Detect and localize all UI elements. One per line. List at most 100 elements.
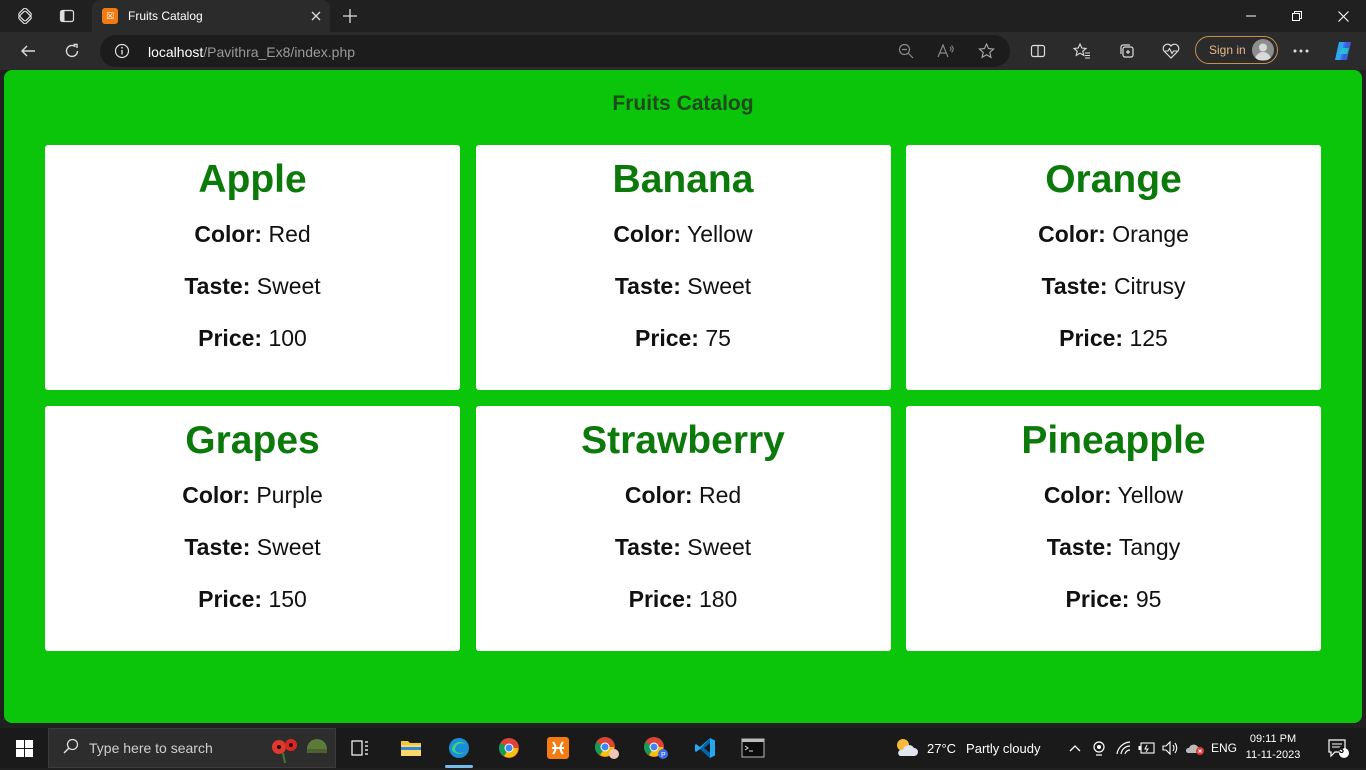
fruit-taste: Citrusy [1113, 273, 1186, 299]
price-label: Price: [198, 586, 263, 612]
sign-in-button[interactable]: Sign in [1195, 36, 1278, 64]
fruit-taste: Sweet [256, 534, 321, 560]
tab-actions-icon[interactable] [44, 0, 90, 32]
fruit-name: Strawberry [581, 419, 785, 462]
fruit-color: Purple [256, 482, 323, 508]
back-button[interactable] [12, 35, 44, 67]
taskbar-search-box[interactable]: Type here to search [48, 728, 336, 768]
fruit-taste-row: Taste: Sweet [476, 533, 891, 561]
system-clock[interactable]: 09:11 PM 11-11-2023 [1242, 731, 1304, 763]
page-viewport: Fruits Catalog Apple Color: Red Taste: S… [4, 70, 1362, 723]
browser-essentials-icon[interactable] [1155, 35, 1187, 67]
color-label: Color: [624, 482, 693, 508]
zoom-out-icon[interactable] [896, 41, 916, 61]
sign-in-label: Sign in [1209, 43, 1246, 57]
search-placeholder: Type here to search [89, 740, 213, 756]
price-label: Price: [1059, 325, 1124, 351]
start-button[interactable] [0, 728, 48, 768]
fruit-card-strawberry: Strawberry Color: Red Taste: Sweet Price… [475, 406, 891, 651]
fruit-price-row: Price: 125 [906, 324, 1321, 352]
search-icon [63, 738, 79, 759]
weather-widget[interactable]: 27°C Partly cloudy [893, 728, 1040, 768]
taste-label: Taste: [184, 273, 251, 299]
close-tab-icon[interactable] [302, 2, 330, 30]
fruit-grid: Apple Color: Red Taste: Sweet Price: 100… [45, 145, 1321, 651]
webcam-icon[interactable] [1089, 728, 1109, 768]
fruit-price: 95 [1135, 586, 1162, 612]
clock-time: 09:11 PM [1249, 733, 1297, 745]
fruit-card-apple: Apple Color: Red Taste: Sweet Price: 100 [45, 145, 460, 390]
address-bar[interactable]: localhost/Pavithra_Ex8/index.php [100, 35, 1010, 67]
edge-taskbar-icon[interactable] [437, 728, 481, 768]
chrome-taskbar-icon[interactable] [487, 728, 531, 768]
split-screen-icon[interactable] [1022, 35, 1054, 67]
notification-center-icon[interactable]: 3 [1318, 728, 1358, 768]
refresh-button[interactable] [56, 35, 88, 67]
search-highlight-icon [263, 733, 329, 770]
site-info-icon[interactable] [114, 43, 130, 59]
vscode-taskbar-icon[interactable] [683, 728, 727, 768]
price-label: Price: [635, 325, 699, 351]
tab-fruits-catalog[interactable]: ☒ Fruits Catalog [92, 0, 330, 32]
chrome-profile-taskbar-icon[interactable] [585, 728, 629, 768]
restore-button[interactable] [1274, 0, 1320, 32]
price-label: Price: [1065, 586, 1130, 612]
new-tab-button[interactable] [334, 0, 366, 32]
url-text: localhost/Pavithra_Ex8/index.php [148, 44, 355, 60]
fruit-card-grapes: Grapes Color: Purple Taste: Sweet Price:… [45, 406, 460, 651]
fruit-taste-row: Taste: Citrusy [906, 272, 1321, 300]
fruit-price: 180 [698, 586, 738, 612]
fruit-price-row: Price: 75 [476, 324, 891, 352]
language-indicator[interactable]: ENG [1207, 728, 1241, 768]
svg-text:P: P [661, 752, 666, 759]
volume-icon[interactable] [1160, 728, 1180, 768]
fruit-price: 100 [268, 325, 307, 351]
fruit-taste: Sweet [687, 534, 752, 560]
fruit-name: Apple [198, 158, 307, 201]
fruit-color-row: Color: Yellow [476, 220, 891, 248]
fruit-color-row: Color: Red [476, 481, 891, 509]
fruit-color: Yellow [1117, 482, 1184, 508]
fruit-name: Grapes [185, 419, 320, 462]
taste-label: Taste: [1041, 273, 1108, 299]
fruit-name: Orange [1045, 158, 1182, 201]
onedrive-error-icon[interactable] [1184, 728, 1206, 768]
minimize-button[interactable] [1228, 0, 1274, 32]
battery-icon[interactable] [1137, 728, 1157, 768]
read-aloud-icon[interactable] [936, 41, 956, 61]
terminal-taskbar-icon[interactable] [731, 728, 775, 768]
fruit-price: 75 [705, 325, 731, 351]
fruit-price-row: Price: 180 [476, 585, 891, 613]
file-explorer-icon[interactable] [389, 728, 433, 768]
color-label: Color: [613, 221, 682, 247]
fruit-taste: Sweet [256, 273, 321, 299]
fruit-color: Red [698, 482, 742, 508]
workspaces-icon[interactable] [2, 0, 48, 32]
fruit-taste-row: Taste: Sweet [45, 533, 460, 561]
fruit-color-row: Color: Yellow [906, 481, 1321, 509]
fruit-price-row: Price: 95 [906, 585, 1321, 613]
fruit-name: Pineapple [1021, 419, 1206, 462]
settings-more-icon[interactable] [1285, 35, 1317, 67]
fruit-card-pineapple: Pineapple Color: Yellow Taste: Tangy Pri… [906, 406, 1321, 651]
fruit-color: Orange [1112, 221, 1189, 247]
copilot-icon[interactable] [1327, 35, 1359, 67]
chevron-up-icon[interactable] [1064, 728, 1086, 768]
color-label: Color: [1038, 221, 1106, 247]
fruit-color: Red [268, 221, 311, 247]
xampp-taskbar-icon[interactable] [536, 728, 580, 768]
task-view-icon[interactable] [338, 728, 382, 768]
favorite-star-icon[interactable] [976, 41, 996, 61]
fruit-card-banana: Banana Color: Yellow Taste: Sweet Price:… [475, 145, 891, 390]
wifi-icon[interactable] [1114, 728, 1134, 768]
close-window-button[interactable] [1320, 0, 1366, 32]
partly-cloudy-icon [893, 736, 919, 761]
chrome-profile-p-taskbar-icon[interactable]: P [634, 728, 678, 768]
fruit-taste-row: Taste: Sweet [45, 272, 460, 300]
favorites-icon[interactable] [1066, 35, 1098, 67]
taste-label: Taste: [614, 534, 681, 560]
color-label: Color: [182, 482, 250, 508]
fruit-price: 125 [1129, 325, 1168, 351]
price-label: Price: [628, 586, 693, 612]
collections-icon[interactable] [1111, 35, 1143, 67]
